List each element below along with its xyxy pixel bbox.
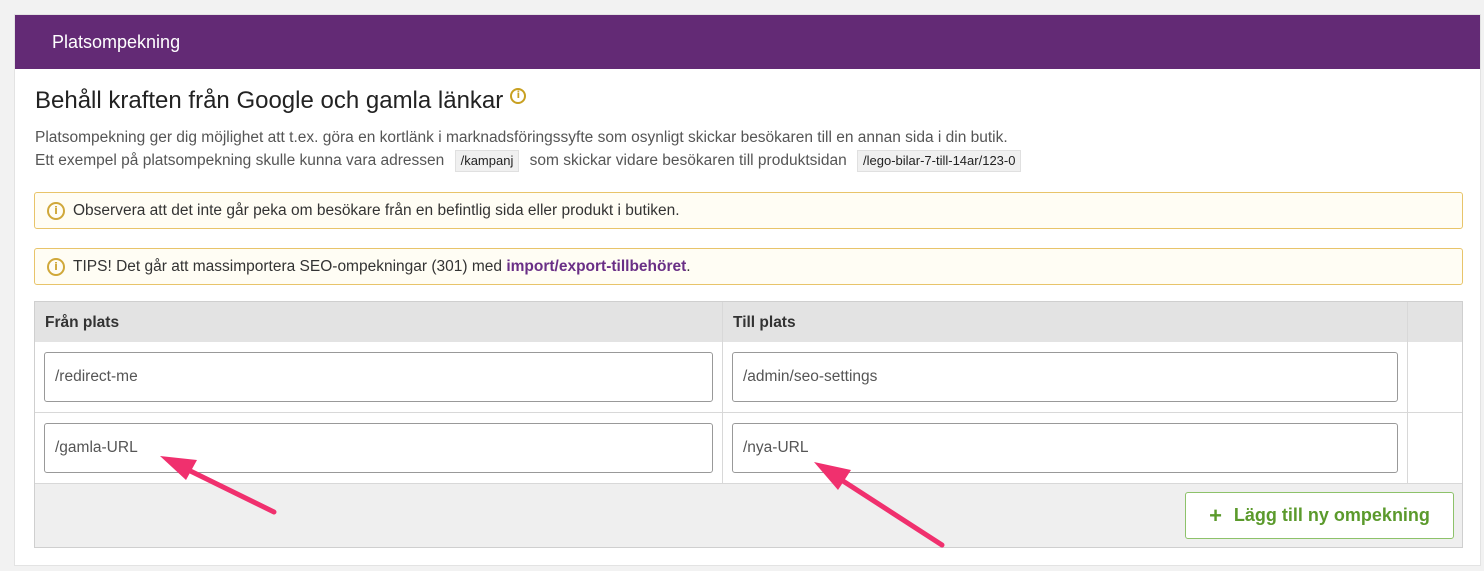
column-divider [1407, 413, 1408, 483]
description-line-2: Ett exempel på platsompekning skulle kun… [35, 149, 1027, 172]
add-redirect-button[interactable]: + Lägg till ny ompekning [1185, 492, 1454, 539]
description-text-a: Ett exempel på platsompekning skulle kun… [35, 152, 445, 169]
column-divider [1407, 342, 1408, 412]
settings-panel: Platsompekning Behåll kraften från Googl… [14, 14, 1481, 566]
redirect-table: Från plats Till plats /redirect-me /admi… [34, 301, 1463, 548]
from-location-input[interactable]: /redirect-me [44, 352, 713, 402]
description-line-1: Platsompekning ger dig möjlighet att t.e… [35, 129, 1008, 146]
panel-header-title: Platsompekning [52, 32, 181, 52]
table-row: /redirect-me /admin/seo-settings [35, 342, 1462, 413]
page-title-text: Behåll kraften från Google och gamla län… [35, 87, 504, 114]
import-export-link[interactable]: import/export-tillbehöret [506, 258, 686, 276]
column-divider [1407, 302, 1408, 342]
tip-alert-text: TIPS! Det går att massimportera SEO-ompe… [73, 257, 502, 275]
warning-alert-text: Observera att det inte går peka om besök… [73, 201, 680, 219]
table-header-row: Från plats Till plats [35, 302, 1462, 343]
info-circle-icon: i [47, 201, 65, 220]
info-circle-icon: i [47, 257, 65, 276]
plus-icon: + [1209, 502, 1222, 528]
description: Platsompekning ger dig möjlighet att t.e… [35, 126, 1027, 172]
add-redirect-button-label: Lägg till ny ompekning [1233, 505, 1430, 525]
to-location-input[interactable]: /admin/seo-settings [732, 352, 1398, 402]
tip-alert-end: . [686, 257, 691, 275]
column-header-to: Till plats [733, 314, 796, 331]
example-code-to: /lego-bilar-7-till-14ar/123-0 [857, 150, 1022, 172]
warning-alert: i Observera att det inte går peka om bes… [34, 192, 1463, 229]
tip-alert: i TIPS! Det går att massimportera SEO-om… [34, 248, 1463, 285]
to-location-input[interactable]: /nya-URL [732, 423, 1398, 473]
description-text-b: som skickar vidare besökaren till produk… [529, 152, 847, 169]
panel-header: Platsompekning [15, 15, 1480, 69]
column-divider [722, 413, 723, 483]
page-title: Behåll kraften från Google och gamla län… [35, 87, 527, 115]
info-icon[interactable]: i [510, 88, 527, 104]
column-divider [722, 342, 723, 412]
from-location-input[interactable]: /gamla-URL [44, 423, 713, 473]
example-code-from: /kampanj [454, 150, 520, 172]
table-row: /gamla-URL /nya-URL [35, 413, 1462, 484]
column-header-from: Från plats [45, 314, 120, 331]
